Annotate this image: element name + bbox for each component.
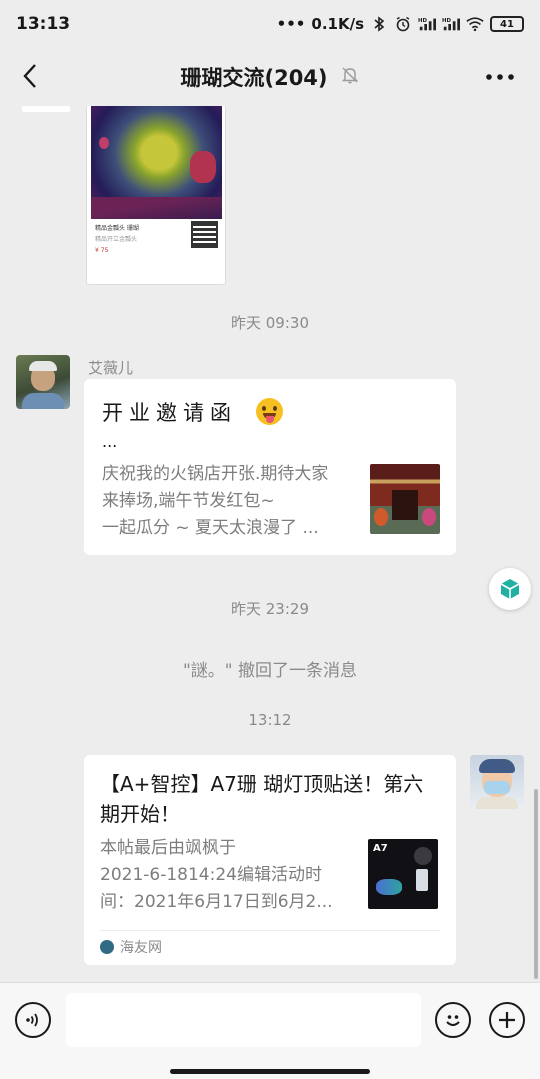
voice-button[interactable] — [15, 1002, 51, 1038]
avatar-detail — [479, 759, 515, 773]
bell-muted-icon — [340, 65, 360, 89]
thumb-detail — [414, 847, 432, 865]
title-ellipsis: ... — [102, 432, 118, 451]
thumb-detail — [376, 879, 402, 895]
avatar-detail — [22, 393, 64, 409]
status-time: 13:13 — [16, 14, 71, 34]
qr-code-icon — [191, 221, 218, 248]
plus-button[interactable] — [489, 1002, 525, 1038]
avatar-detail — [29, 361, 57, 371]
more-dots-icon — [486, 74, 514, 80]
thumb-detail — [374, 508, 388, 526]
scrollbar[interactable] — [534, 789, 538, 979]
avatar[interactable] — [16, 355, 70, 409]
thumb-detail — [416, 869, 428, 891]
previous-message-edge — [22, 106, 70, 112]
voice-icon — [26, 1013, 38, 1027]
more-button[interactable] — [480, 62, 520, 92]
caption-price: ¥ 75 — [95, 247, 109, 254]
coral-photo — [91, 106, 222, 219]
signal-hd-icon: HD — [418, 15, 436, 33]
avatar-detail — [476, 797, 518, 809]
emoji-button[interactable] — [435, 1002, 471, 1038]
link-thumbnail — [370, 464, 440, 534]
link-title: 开业邀请函 — [102, 401, 237, 425]
input-bar — [0, 982, 540, 1079]
status-bar: 13:13 ••• 0.1K/s HD HD 41 — [0, 0, 540, 48]
link-description: 庆祝我的火锅店开张.期待大家 来捧场,端午节发红包~ 一起瓜分 ~ 夏天太浪漫了… — [102, 464, 329, 538]
tongue-emoji-icon — [256, 398, 283, 425]
image-caption: 精品金瓢头 珊瑚 精品开立金瓢头 ¥ 75 — [95, 223, 139, 256]
battery-level: 41 — [500, 18, 514, 30]
svg-text:HD: HD — [442, 18, 451, 24]
coral-detail — [99, 137, 109, 149]
emoji-eye — [262, 406, 266, 411]
thumb-detail — [392, 490, 418, 520]
sender-name: 艾薇儿 — [88, 359, 134, 377]
emoji-eye — [273, 406, 277, 411]
emoji-tongue — [266, 416, 274, 423]
thumb-detail — [422, 508, 436, 526]
timestamp: 昨天 09:30 — [231, 314, 309, 332]
tank-shelf — [91, 197, 222, 219]
divider — [100, 930, 440, 931]
avatar-detail — [484, 781, 510, 794]
page-title: 珊瑚交流(204) — [180, 66, 328, 90]
caption-title: 精品金瓢头 珊瑚 — [95, 225, 139, 232]
title-wrap: 珊瑚交流(204) — [0, 48, 540, 106]
link-card[interactable]: 【A+智控】A7珊 瑚灯顶贴送！第六期开始！ 本帖最后由飒枫于 2021-6-1… — [84, 755, 456, 965]
chat-area[interactable]: 精品金瓢头 珊瑚 精品开立金瓢头 ¥ 75 昨天 09:30 艾薇儿 开业邀请函… — [0, 106, 540, 982]
link-source: 海友网 — [100, 937, 162, 957]
dots-icon: ••• — [276, 15, 306, 33]
caption-sub: 精品开立金瓢头 — [95, 236, 138, 243]
thumb-label: A7 — [373, 843, 388, 854]
home-indicator[interactable] — [170, 1069, 370, 1074]
source-logo-icon — [100, 940, 114, 954]
image-message[interactable]: 精品金瓢头 珊瑚 精品开立金瓢头 ¥ 75 — [86, 106, 226, 285]
recall-notice: "謎。" 撤回了一条消息 — [182, 661, 358, 681]
timestamp: 13:12 — [248, 711, 292, 729]
battery-icon: 41 — [490, 16, 524, 32]
status-icons: ••• 0.1K/s HD HD 41 — [277, 15, 524, 33]
alarm-icon — [394, 15, 412, 33]
bluetooth-icon — [370, 15, 388, 33]
chat-header: 珊瑚交流(204) — [0, 48, 540, 106]
signal-hd-icon: HD — [442, 15, 460, 33]
link-title: 【A+智控】A7珊 瑚灯顶贴送！第六期开始！ — [100, 772, 424, 826]
svg-text:HD: HD — [418, 18, 427, 24]
message-input[interactable] — [66, 993, 421, 1047]
link-thumbnail: A7 — [368, 839, 438, 909]
avatar[interactable] — [470, 755, 524, 809]
timestamp: 昨天 23:29 — [231, 600, 309, 618]
coral-detail — [190, 151, 216, 183]
network-speed: 0.1K/s — [311, 15, 364, 33]
source-name: 海友网 — [120, 940, 162, 956]
plus-icon — [499, 1012, 515, 1028]
emoji-icon — [446, 1015, 460, 1026]
wifi-icon — [466, 15, 484, 33]
link-description: 本帖最后由飒枫于 2021-6-1814:24编辑活动时 间：2021年6月17… — [100, 838, 333, 912]
link-card[interactable]: 开业邀请函 ... 庆祝我的火锅店开张.期待大家 来捧场,端午节发红包~ 一起瓜… — [84, 379, 456, 555]
